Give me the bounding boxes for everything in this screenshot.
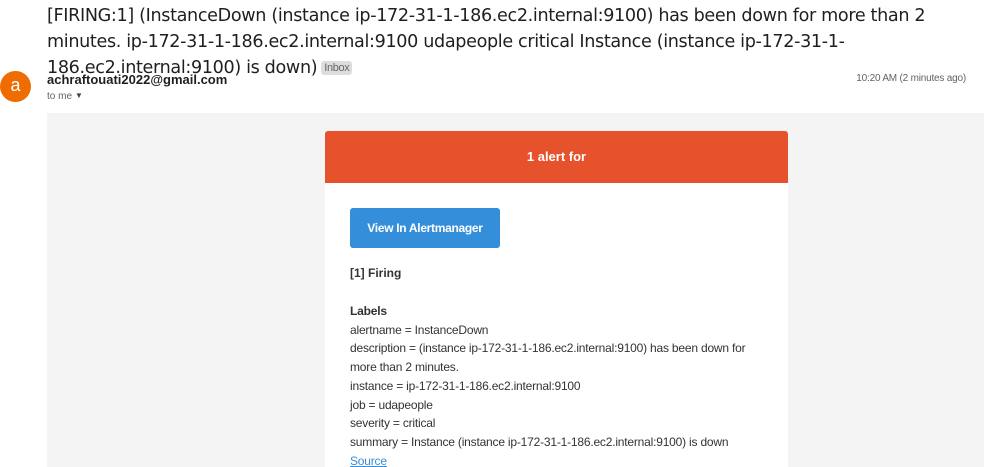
recipient-label: to me <box>47 91 73 102</box>
labels-title: Labels <box>350 304 387 318</box>
label-alertname: alertname = InstanceDown <box>350 322 489 337</box>
alert-header: 1 alert for <box>325 131 788 183</box>
recipient-line[interactable]: to me ▼ <box>47 91 83 102</box>
firing-heading: [1] Firing <box>350 266 402 280</box>
alert-card: 1 alert for View In Alertmanager [1] Fir… <box>325 131 788 467</box>
inbox-label-badge[interactable]: Inbox <box>321 61 353 75</box>
label-summary: summary = Instance (instance ip-172-31-1… <box>350 434 729 449</box>
email-subject: [FIRING:1] (InstanceDown (instance ip-17… <box>47 3 984 81</box>
chevron-down-icon[interactable]: ▼ <box>75 91 83 100</box>
source-link[interactable]: Source <box>350 454 387 467</box>
sender-avatar[interactable]: a <box>0 71 31 102</box>
label-job: job = udapeople <box>350 397 433 412</box>
email-subject-text: [FIRING:1] (InstanceDown (instance ip-17… <box>47 6 926 78</box>
label-description: description = (instance ip-172-31-1-186.… <box>350 341 746 375</box>
labels-section: Labels alertname = InstanceDown descript… <box>350 302 770 467</box>
email-timestamp: 10:20 AM (2 minutes ago) <box>856 73 966 84</box>
view-in-alertmanager-button[interactable]: View In Alertmanager <box>350 208 500 248</box>
label-instance: instance = ip-172-31-1-186.ec2.internal:… <box>350 378 581 393</box>
sender-address[interactable]: achraftouati2022@gmail.com <box>47 72 227 87</box>
label-severity: severity = critical <box>350 416 436 431</box>
